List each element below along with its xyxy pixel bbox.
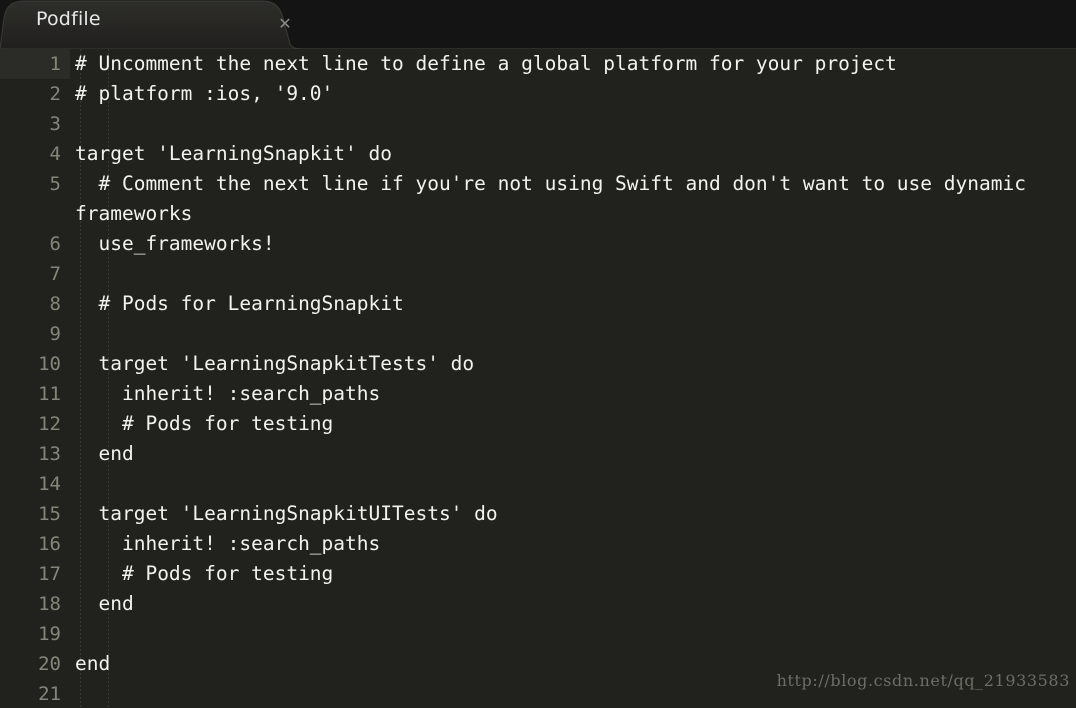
line-text[interactable]: end — [75, 589, 1076, 619]
code-line[interactable]: 5 # Comment the next line if you're not … — [0, 169, 1076, 229]
line-number: 5 — [49, 173, 61, 195]
line-number: 13 — [38, 443, 61, 465]
line-text[interactable]: end — [75, 439, 1076, 469]
line-number: 17 — [38, 563, 61, 585]
line-number: 6 — [49, 233, 61, 255]
line-number: 20 — [38, 653, 61, 675]
line-text[interactable]: target 'LearningSnapkitTests' do — [75, 349, 1076, 379]
line-text[interactable]: target 'LearningSnapkit' do — [75, 139, 1076, 169]
code-line[interactable]: 15 target 'LearningSnapkitUITests' do — [0, 499, 1076, 529]
watermark: http://blog.csdn.net/qq_21933583 — [776, 671, 1070, 690]
line-text[interactable]: inherit! :search_paths — [75, 379, 1076, 409]
code-line[interactable]: 1 # Uncomment the next line to define a g… — [0, 49, 1076, 79]
code-line[interactable]: 11 inherit! :search_paths — [0, 379, 1076, 409]
line-number: 18 — [38, 593, 61, 615]
line-number: 1 — [0, 49, 70, 79]
code-line[interactable]: 13 end — [0, 439, 1076, 469]
code-line[interactable]: 10 target 'LearningSnapkitTests' do — [0, 349, 1076, 379]
line-number: 11 — [38, 383, 61, 405]
line-number: 3 — [49, 113, 61, 135]
tab-bar: Podfile ✕ — [0, 0, 1076, 49]
line-text[interactable]: # Uncomment the next line to define a gl… — [75, 49, 1076, 79]
line-text[interactable]: # Pods for LearningSnapkit — [75, 289, 1076, 319]
line-text[interactable]: # Pods for testing — [75, 409, 1076, 439]
code-line[interactable]: 9 — [0, 319, 1076, 349]
code-line[interactable]: 6 use_frameworks! — [0, 229, 1076, 259]
line-number: 21 — [38, 683, 61, 705]
line-number: 9 — [49, 323, 61, 345]
line-number: 19 — [38, 623, 61, 645]
code-line[interactable]: 17 # Pods for testing — [0, 559, 1076, 589]
code-line[interactable]: 12 # Pods for testing — [0, 409, 1076, 439]
line-number: 7 — [49, 263, 61, 285]
line-text[interactable]: inherit! :search_paths — [75, 529, 1076, 559]
code-line[interactable]: 4 target 'LearningSnapkit' do — [0, 139, 1076, 169]
code-line[interactable]: 18 end — [0, 589, 1076, 619]
line-number: 10 — [38, 353, 61, 375]
code-line[interactable]: 2 # platform :ios, '9.0' — [0, 79, 1076, 109]
tab-title: Podfile — [36, 8, 101, 30]
line-text[interactable]: # Pods for testing — [75, 559, 1076, 589]
code-lines: 1 # Uncomment the next line to define a g… — [0, 49, 1076, 708]
line-number: 12 — [38, 413, 61, 435]
code-line[interactable]: 8 # Pods for LearningSnapkit — [0, 289, 1076, 319]
code-editor[interactable]: 1 # Uncomment the next line to define a g… — [0, 49, 1076, 708]
tab-podfile[interactable]: Podfile ✕ — [0, 0, 335, 49]
line-number: 8 — [49, 293, 61, 315]
editor-window: Podfile ✕ 1 # Uncomment the next line to … — [0, 0, 1076, 708]
code-line[interactable]: 14 — [0, 469, 1076, 499]
code-line[interactable]: 19 — [0, 619, 1076, 649]
line-number: 15 — [38, 503, 61, 525]
line-number: 4 — [49, 143, 61, 165]
line-number: 14 — [38, 473, 61, 495]
line-text[interactable]: # platform :ios, '9.0' — [75, 79, 1076, 109]
close-icon[interactable]: ✕ — [274, 13, 296, 35]
line-text[interactable]: target 'LearningSnapkitUITests' do — [75, 499, 1076, 529]
line-text[interactable]: use_frameworks! — [75, 229, 1076, 259]
line-text[interactable]: # Comment the next line if you're not us… — [75, 169, 1076, 229]
code-line[interactable]: 16 inherit! :search_paths — [0, 529, 1076, 559]
code-line[interactable]: 7 — [0, 259, 1076, 289]
code-line[interactable]: 3 — [0, 109, 1076, 139]
line-number: 16 — [38, 533, 61, 555]
line-number: 2 — [49, 83, 61, 105]
